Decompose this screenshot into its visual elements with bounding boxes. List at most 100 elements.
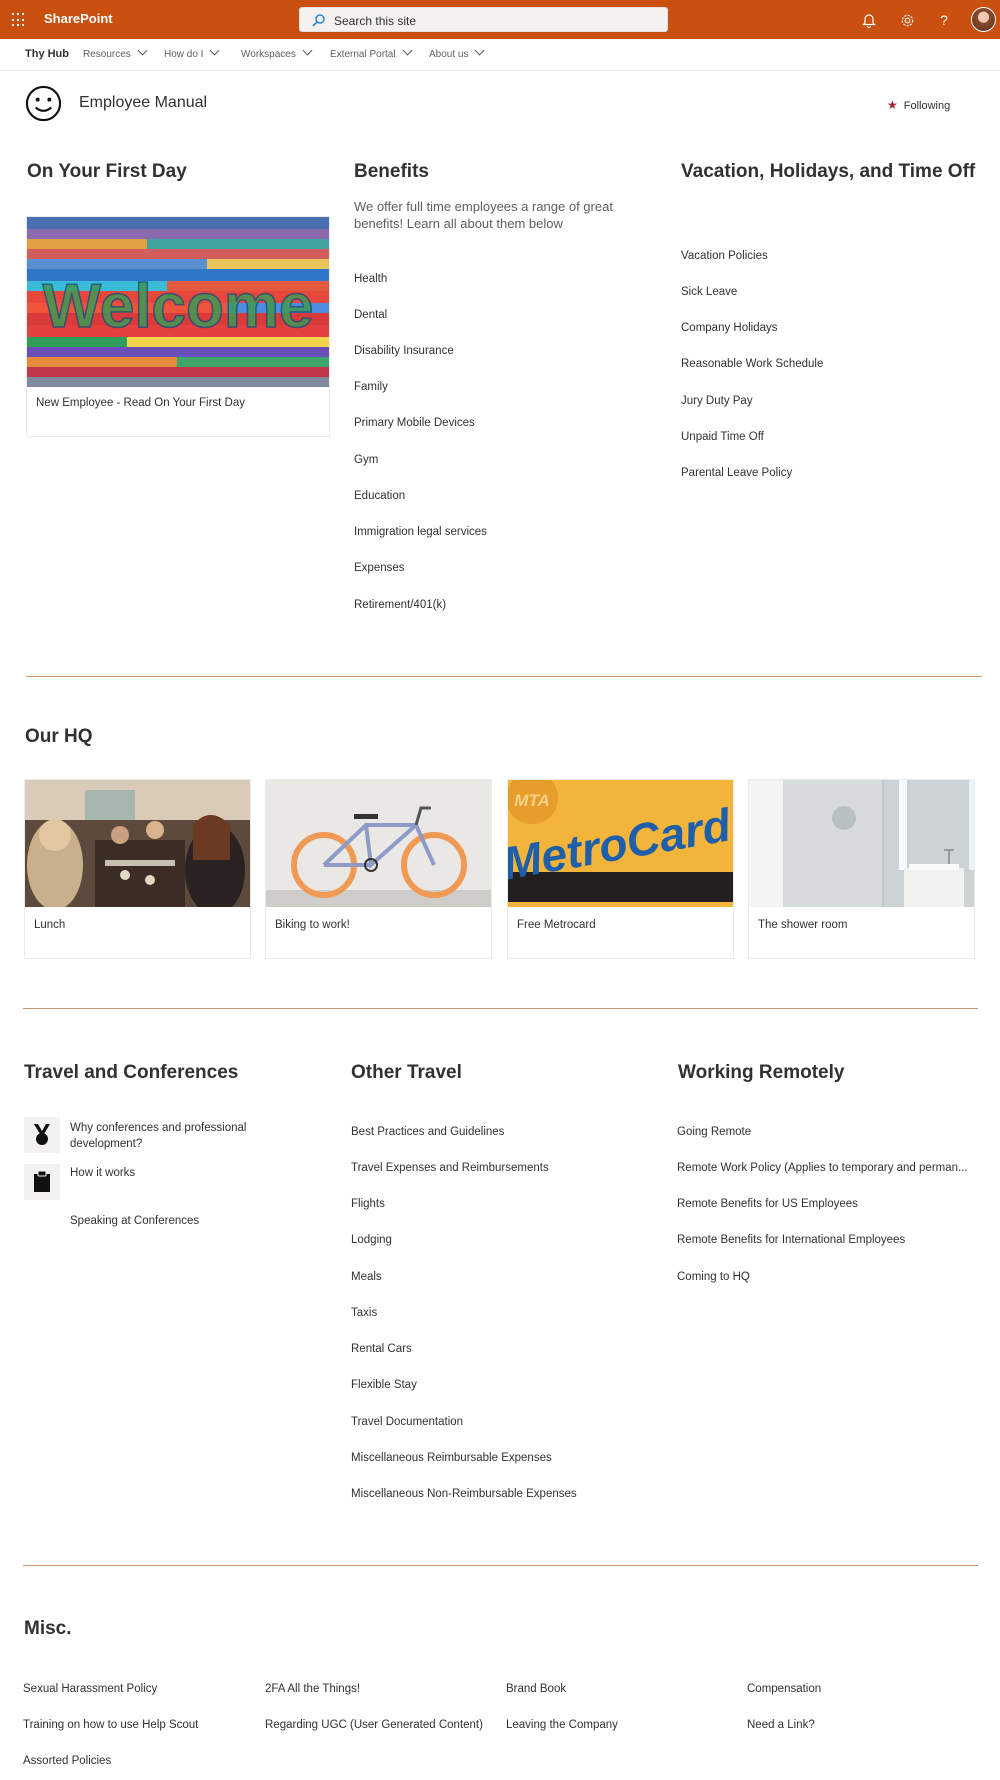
quick-link[interactable]: Dental: [354, 309, 387, 321]
welcome-image-text: Welcome: [42, 272, 313, 341]
quick-link[interactable]: Miscellaneous Reimbursable Expenses: [351, 1452, 552, 1464]
quick-link[interactable]: Best Practices and Guidelines: [351, 1126, 504, 1138]
quick-link[interactable]: Travel Documentation: [351, 1416, 463, 1428]
lunch-image: [25, 780, 250, 907]
quick-link[interactable]: Meals: [351, 1271, 382, 1283]
quick-link[interactable]: Taxis: [351, 1307, 377, 1319]
shower-image: [749, 780, 974, 907]
nav-item-label: Resources: [83, 49, 131, 60]
section-divider: [23, 1008, 978, 1009]
quick-link[interactable]: Remote Benefits for US Employees: [677, 1198, 858, 1210]
nav-item-how-do-i[interactable]: How do I: [164, 45, 220, 60]
welcome-image: Welcome: [27, 217, 329, 387]
nav-item-workspaces[interactable]: Workspaces: [241, 45, 313, 60]
quick-link[interactable]: Parental Leave Policy: [681, 467, 792, 479]
smiley-logo-icon[interactable]: [25, 85, 62, 122]
gear-icon[interactable]: [897, 10, 917, 30]
app-name[interactable]: SharePoint: [44, 11, 113, 26]
hq-card-lunch[interactable]: Lunch: [24, 779, 251, 959]
bell-icon[interactable]: [859, 10, 879, 30]
quick-link[interactable]: Flights: [351, 1198, 385, 1210]
section-heading-other-travel: Other Travel: [351, 1062, 462, 1083]
hq-card-biking[interactable]: Biking to work!: [265, 779, 492, 959]
quick-link[interactable]: Flexible Stay: [351, 1379, 417, 1391]
avatar[interactable]: [971, 7, 996, 32]
quick-link[interactable]: 2FA All the Things!: [265, 1683, 360, 1695]
quick-link[interactable]: Remote Benefits for International Employ…: [677, 1234, 905, 1246]
hq-card-metrocard[interactable]: MTA MetroCard Free Metrocard: [507, 779, 734, 959]
help-icon[interactable]: ?: [934, 10, 954, 30]
card-caption: New Employee - Read On Your First Day: [36, 397, 246, 409]
mta-logo-text: MTA: [514, 791, 550, 810]
quick-link[interactable]: Speaking at Conferences: [70, 1215, 199, 1227]
hq-card-shower[interactable]: The shower room: [748, 779, 975, 959]
card-caption: The shower room: [758, 919, 848, 931]
medal-icon: [24, 1117, 60, 1153]
quick-link[interactable]: Family: [354, 381, 388, 393]
clipboard-icon: [24, 1164, 60, 1200]
section-divider: [26, 676, 982, 677]
quick-link[interactable]: Compensation: [747, 1683, 821, 1695]
quick-link[interactable]: Rental Cars: [351, 1343, 412, 1355]
quick-link[interactable]: Leaving the Company: [506, 1719, 618, 1731]
quick-link[interactable]: Jury Duty Pay: [681, 395, 753, 407]
quick-link[interactable]: Retirement/401(k): [354, 599, 446, 611]
quick-link[interactable]: Sexual Harassment Policy: [23, 1683, 157, 1695]
chevron-down-icon: [475, 45, 485, 56]
quick-link[interactable]: Need a Link?: [747, 1719, 815, 1731]
section-heading-misc: Misc.: [24, 1618, 72, 1639]
star-icon: ★: [887, 98, 898, 112]
quick-link[interactable]: Unpaid Time Off: [681, 431, 764, 443]
nav-item-label: About us: [429, 49, 469, 60]
bike-image: [266, 780, 491, 907]
quick-link[interactable]: Regarding UGC (User Generated Content): [265, 1719, 483, 1731]
card-caption: Lunch: [34, 919, 66, 931]
section-heading-working-remotely: Working Remotely: [678, 1062, 845, 1083]
nav-item-about-us[interactable]: About us: [429, 45, 485, 60]
quick-link[interactable]: Reasonable Work Schedule: [681, 358, 823, 370]
quick-link[interactable]: Health: [354, 273, 387, 285]
nav-item-label: How do I: [164, 49, 204, 60]
first-day-card[interactable]: Welcome New Employee - Read On Your Firs…: [26, 216, 330, 437]
quick-link[interactable]: Disability Insurance: [354, 345, 454, 357]
quick-link[interactable]: Lodging: [351, 1234, 392, 1246]
nav-item-label: External Portal: [330, 49, 396, 60]
chevron-down-icon: [302, 45, 313, 56]
quick-link[interactable]: Education: [354, 490, 405, 502]
quick-link[interactable]: Assorted Policies: [23, 1755, 111, 1767]
section-heading-travel: Travel and Conferences: [24, 1062, 239, 1083]
quick-link[interactable]: Why conferences and professional develop…: [70, 1120, 270, 1152]
chevron-down-icon: [137, 45, 148, 56]
site-title[interactable]: Employee Manual: [79, 94, 207, 112]
section-divider: [23, 1565, 978, 1566]
quick-link[interactable]: Remote Work Policy (Applies to temporary…: [677, 1162, 968, 1174]
quick-link[interactable]: Primary Mobile Devices: [354, 417, 475, 429]
quick-link[interactable]: Expenses: [354, 562, 405, 574]
quick-link[interactable]: Coming to HQ: [677, 1271, 750, 1283]
search-box[interactable]: Search this site: [299, 7, 668, 32]
hub-navigation: Thy Hub Resources How do I Workspaces Ex…: [0, 39, 1000, 71]
search-input[interactable]: Search this site: [334, 14, 416, 28]
quick-link[interactable]: Going Remote: [677, 1126, 751, 1138]
quick-link[interactable]: Training on how to use Help Scout: [23, 1719, 198, 1731]
follow-button[interactable]: ★ Following: [887, 98, 950, 112]
nav-item-external-portal[interactable]: External Portal: [330, 45, 413, 60]
follow-label: Following: [903, 100, 951, 112]
benefits-description: We offer full time employees a range of …: [354, 199, 613, 231]
search-icon: [312, 14, 325, 27]
quick-link[interactable]: Travel Expenses and Reimbursements: [351, 1162, 549, 1174]
section-heading-vacation: Vacation, Holidays, and Time Off: [681, 161, 976, 182]
quick-link[interactable]: Brand Book: [506, 1683, 566, 1695]
app-launcher-icon[interactable]: [12, 13, 26, 27]
quick-link[interactable]: Sick Leave: [681, 286, 737, 298]
quick-link[interactable]: How it works: [70, 1167, 135, 1179]
quick-link[interactable]: Gym: [354, 454, 378, 466]
hub-home-link[interactable]: Thy Hub: [25, 48, 69, 60]
nav-item-resources[interactable]: Resources: [83, 45, 148, 60]
quick-link[interactable]: Miscellaneous Non-Reimbursable Expenses: [351, 1488, 577, 1500]
quick-link[interactable]: Immigration legal services: [354, 526, 487, 538]
quick-link[interactable]: Vacation Policies: [681, 250, 768, 262]
section-heading-benefits: Benefits: [354, 161, 429, 182]
quick-link[interactable]: Company Holidays: [681, 322, 778, 334]
chevron-down-icon: [402, 45, 413, 56]
